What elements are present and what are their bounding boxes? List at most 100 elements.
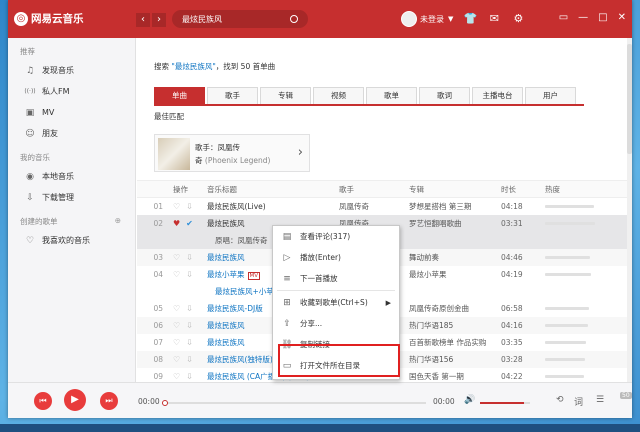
- download-icon[interactable]: ⇩: [186, 321, 193, 330]
- back-button[interactable]: ‹: [136, 13, 150, 27]
- header-album[interactable]: 专辑: [409, 184, 501, 195]
- queue-count-badge: 50: [620, 392, 632, 399]
- song-album[interactable]: 国色天香 第一期: [409, 371, 501, 382]
- song-album[interactable]: 凤凰传奇原创金曲: [409, 303, 501, 314]
- header-artist[interactable]: 歌手: [339, 184, 409, 195]
- playlist-icon[interactable]: ☰: [596, 395, 604, 405]
- next-track-icon[interactable]: ⏭: [100, 392, 118, 410]
- previous-track-icon[interactable]: ⏮: [34, 392, 52, 410]
- sidebar-playlist-item[interactable]: ♡ 我喜欢的音乐: [8, 230, 135, 251]
- tab-3[interactable]: 视频: [313, 87, 364, 104]
- sidebar-recommend-item[interactable]: ▣ MV: [8, 102, 135, 123]
- progress-thumb[interactable]: [162, 400, 168, 406]
- mv-badge[interactable]: MV: [247, 272, 261, 280]
- table-row[interactable]: 01 ♡ ⇩ 最炫民族风(Live) 凤凰传奇 梦想星搭档 第三期 04:18: [137, 198, 632, 215]
- scrollbar-thumb[interactable]: [627, 44, 632, 154]
- heart-icon[interactable]: ♥: [173, 219, 180, 228]
- tab-6[interactable]: 主播电台: [472, 87, 523, 104]
- progress-bar[interactable]: [162, 400, 426, 406]
- download-icon[interactable]: ⇩: [186, 355, 193, 364]
- close-icon[interactable]: ✕: [618, 12, 626, 23]
- mail-icon[interactable]: ✉: [487, 12, 501, 26]
- settings-icon[interactable]: ⚙: [511, 12, 525, 26]
- download-icon[interactable]: ⇩: [186, 304, 193, 313]
- sidebar-recommend-item[interactable]: ♫ 发现音乐: [8, 60, 135, 81]
- download-icon[interactable]: ⇩: [186, 270, 193, 279]
- song-album[interactable]: 梦想星搭档 第三期: [409, 201, 501, 212]
- song-title-text[interactable]: 最炫民族风: [207, 338, 245, 347]
- volume-icon[interactable]: 🔊: [464, 395, 475, 405]
- song-title[interactable]: 最炫民族风(Live): [207, 201, 339, 212]
- search-box[interactable]: [172, 10, 308, 28]
- download-icon[interactable]: ⇩: [186, 253, 193, 262]
- avatar[interactable]: [401, 11, 417, 27]
- song-title-text[interactable]: 最炫民族风: [207, 253, 245, 262]
- song-album[interactable]: 最炫小苹果: [409, 269, 501, 280]
- song-album[interactable]: 罗艺恒翻唱歌曲: [409, 218, 501, 229]
- song-album[interactable]: 热门华语185: [409, 320, 501, 331]
- song-title-text[interactable]: 最炫民族风: [207, 321, 245, 330]
- song-album[interactable]: 百首新歌榜单 作品实购: [409, 337, 501, 348]
- tab-5[interactable]: 歌词: [419, 87, 470, 104]
- loop-mode-icon[interactable]: ⟲: [556, 395, 564, 405]
- row-number: 09: [153, 372, 163, 381]
- skin-icon[interactable]: 👕: [463, 12, 478, 26]
- scrollbar[interactable]: [627, 38, 632, 382]
- minimize-icon[interactable]: —: [578, 12, 588, 23]
- popularity-bar: [545, 358, 586, 361]
- sidebar-recommend-item[interactable]: ((·)) 私人FM: [8, 81, 135, 102]
- volume-slider[interactable]: [480, 402, 530, 404]
- context-menu-item[interactable]: ⇪ 分享...: [273, 313, 399, 334]
- tab-1[interactable]: 歌手: [207, 87, 258, 104]
- tab-4[interactable]: 歌单: [366, 87, 417, 104]
- tab-7[interactable]: 用户: [525, 87, 576, 104]
- heart-icon[interactable]: ♡: [173, 338, 180, 347]
- heart-icon[interactable]: ♡: [173, 372, 180, 381]
- download-icon: ⇩: [26, 192, 34, 203]
- song-title-text[interactable]: 最炫民族风-DJ版: [207, 304, 263, 313]
- download-icon[interactable]: ⇩: [186, 202, 193, 211]
- sidebar-my-music-item[interactable]: ◉ 本地音乐: [8, 166, 135, 187]
- sidebar-section-playlists: 创建的歌单 ⊕: [8, 208, 135, 230]
- tab-2[interactable]: 专辑: [260, 87, 311, 104]
- download-icon[interactable]: ⇩: [186, 372, 193, 381]
- downloaded-icon[interactable]: ✔: [186, 219, 193, 228]
- song-title-text[interactable]: 最炫小苹果: [207, 270, 245, 279]
- song-artist[interactable]: 凤凰传奇: [339, 201, 409, 212]
- download-icon[interactable]: ⇩: [186, 338, 193, 347]
- song-title-text[interactable]: 最炫民族风: [207, 219, 245, 228]
- login-link[interactable]: 未登录: [420, 14, 444, 25]
- context-menu-item[interactable]: ▷ 播放(Enter): [273, 247, 399, 268]
- search-icon[interactable]: [290, 15, 298, 23]
- header-title[interactable]: 音乐标题: [207, 184, 339, 195]
- heart-icon[interactable]: ♡: [173, 321, 180, 330]
- heart-icon[interactable]: ♡: [173, 253, 180, 262]
- heart-icon[interactable]: ♡: [173, 270, 180, 279]
- context-menu-item[interactable]: ≡ 下一首播放: [273, 268, 399, 289]
- tab-0[interactable]: 单曲: [154, 87, 205, 104]
- heart-icon[interactable]: ♡: [173, 202, 180, 211]
- add-playlist-icon[interactable]: ⊕: [115, 216, 121, 227]
- sidebar-my-music-item[interactable]: ⇩ 下载管理: [8, 187, 135, 208]
- maximize-icon[interactable]: □: [598, 12, 607, 23]
- song-duration: 04:16: [501, 321, 523, 330]
- sidebar-recommend-item[interactable]: ☺ 朋友: [8, 123, 135, 144]
- song-album[interactable]: 舞动前奏: [409, 252, 501, 263]
- song-title-text[interactable]: 最炫民族风(Live): [207, 202, 266, 211]
- chevron-down-icon[interactable]: ▼: [448, 15, 453, 23]
- heart-icon[interactable]: ♡: [173, 355, 180, 364]
- play-icon[interactable]: ▶: [64, 389, 86, 411]
- song-album[interactable]: 热门华语156: [409, 354, 501, 365]
- song-title-text[interactable]: 最炫民族风(独特版): [207, 355, 273, 364]
- header-hot[interactable]: 热度: [545, 184, 605, 195]
- lyric-button[interactable]: 词: [574, 395, 583, 408]
- heart-icon[interactable]: ♡: [173, 304, 180, 313]
- best-match-artist-card[interactable]: 歌手：凤凰传 奇 (Phoenix Legend) ›: [154, 134, 310, 172]
- mini-mode-icon[interactable]: ▭: [559, 12, 568, 23]
- app-logo[interactable]: ◎ 网易云音乐: [14, 11, 84, 26]
- search-input[interactable]: [182, 14, 291, 24]
- forward-button[interactable]: ›: [152, 13, 166, 27]
- context-menu-item[interactable]: ⊞ 收藏到歌单(Ctrl+S) ▶: [273, 292, 399, 313]
- context-menu-item[interactable]: ▤ 查看评论(317): [273, 226, 399, 247]
- header-time[interactable]: 时长: [501, 184, 545, 195]
